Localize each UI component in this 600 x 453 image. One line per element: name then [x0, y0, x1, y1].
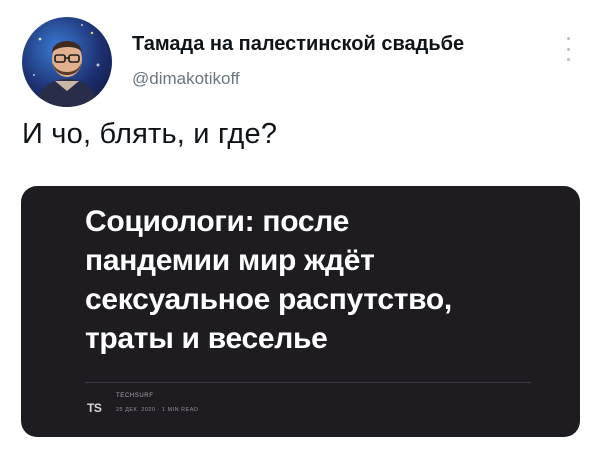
card-headline-line: сексуальное распутство, — [85, 283, 452, 316]
author-handle[interactable]: @dimakotikoff — [132, 69, 240, 89]
more-vertical-icon-dot — [566, 47, 570, 51]
more-vertical-icon-dot — [566, 58, 570, 61]
card-headline-line: траты и веселье — [85, 322, 328, 355]
link-preview-card[interactable]: Социологи: после пандемии мир ждёт сексу… — [21, 186, 580, 437]
card-headline: Социологи: после пандемии мир ждёт сексу… — [85, 202, 555, 358]
card-headline-line: пандемии мир ждёт — [85, 244, 375, 277]
card-headline-line: Социологи: после — [85, 205, 349, 238]
card-divider — [85, 382, 531, 383]
author-display-name[interactable]: Тамада на палестинской свадьбе — [132, 33, 464, 56]
more-options-button[interactable] — [560, 34, 576, 64]
source-logo: TS — [87, 401, 102, 415]
tweet-text: И чо, блять, и где? — [22, 118, 278, 150]
avatar-portrait-icon — [32, 24, 100, 107]
source-name: TECHSURF — [116, 393, 154, 399]
user-avatar[interactable] — [22, 17, 112, 107]
source-meta: 25 ДЕК. 2020 · 1 MIN READ — [116, 407, 199, 413]
more-vertical-icon-dot — [566, 37, 570, 40]
